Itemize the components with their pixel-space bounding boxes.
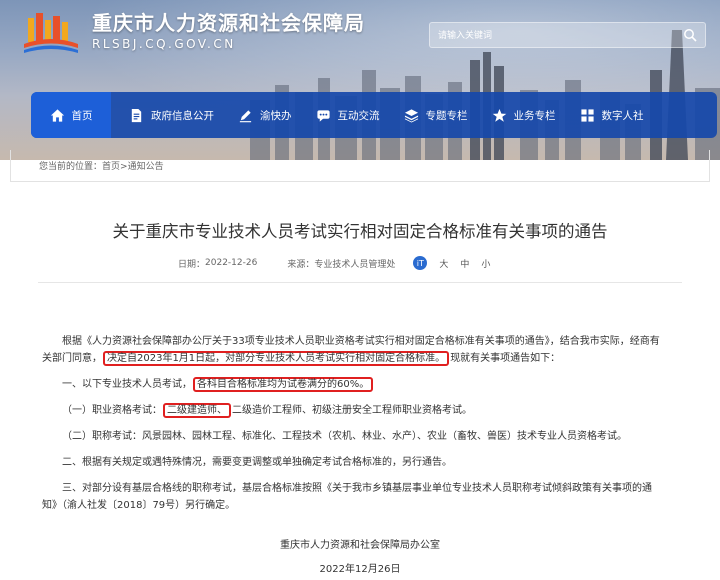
nav-item-special-topics[interactable]: 专题专栏 bbox=[392, 92, 480, 138]
source-label: 来源： bbox=[287, 259, 315, 270]
highlight-box: 二级建造师、 bbox=[163, 403, 231, 418]
paragraph-item-1-2: （二）职称考试：风景园林、园林工程、标准化、工程技术（农机、林业、水产）、农业（… bbox=[62, 431, 627, 442]
paragraph-item-2: 二、根据有关规定或遇特殊情况，需要变更调整或单独确定考试合格标准的，另行通告。 bbox=[62, 457, 452, 468]
article-meta: 日期： 2022-12-26 来源： 专业技术人员管理处 iT 大 中 小 bbox=[178, 256, 496, 270]
divider bbox=[38, 282, 682, 283]
chat-icon bbox=[316, 109, 330, 122]
nav-item-business[interactable]: 业务专栏 bbox=[480, 92, 568, 138]
site-logo-icon bbox=[24, 13, 78, 53]
article-title: 关于重庆市专业技术人员考试实行相对固定合格标准有关事项的通告 bbox=[112, 222, 608, 241]
highlight-box: 决定自2023年1月1日起，对部分专业技术人员考试实行相对固定合格标准。 bbox=[103, 351, 450, 366]
breadcrumb-prefix: 您当前的位置： bbox=[39, 162, 103, 172]
paragraph-item-1-1: （一）职业资格考试： 二级建造师、 二级造价工程师、初级注册安全工程师职业资格考试。 bbox=[42, 402, 664, 419]
nav-item-yukuaiban[interactable]: 渝快办 bbox=[226, 92, 304, 138]
paragraph-intro: 根据《人力资源社会保障部办公厅关于33项专业技术人员职业资格考试实行相对固定合格… bbox=[42, 333, 664, 367]
article-source: 专业技术人员管理处 bbox=[314, 259, 396, 270]
text: 现就有关事项通告如下： bbox=[450, 353, 561, 364]
nav-label: 互动交流 bbox=[337, 109, 380, 122]
site-domain: RLSBJ.CQ.GOV.CN bbox=[92, 37, 236, 51]
date-label: 日期： bbox=[178, 259, 206, 270]
nav-label: 业务专栏 bbox=[513, 109, 556, 122]
signature-org: 重庆市人力资源和社会保障局办公室 bbox=[280, 540, 440, 551]
nav-item-digital[interactable]: 数字人社 bbox=[568, 92, 656, 138]
nav-label: 首页 bbox=[71, 109, 93, 122]
font-size-small-button[interactable]: 小 bbox=[481, 257, 490, 270]
search-box bbox=[429, 22, 706, 48]
font-size-medium-button[interactable]: 中 bbox=[460, 257, 469, 270]
paragraph-item-3: 三、对部分设有基层合格线的职称考试，基层合格标准按照《关于我市乡镇基层事业单位专… bbox=[42, 483, 652, 511]
site-logo-block[interactable]: 重庆市人力资源和社会保障局 RLSBJ.CQ.GOV.CN bbox=[22, 10, 365, 56]
breadcrumb-separator: > bbox=[120, 162, 128, 172]
font-size-large-button[interactable]: 大 bbox=[439, 257, 448, 270]
text: 二级造价工程师、初级注册安全工程师职业资格考试。 bbox=[232, 405, 472, 416]
search-input[interactable] bbox=[430, 24, 660, 48]
text: 一、以下专业技术人员考试， bbox=[62, 379, 192, 390]
site-title: 重庆市人力资源和社会保障局 bbox=[92, 11, 365, 35]
home-icon bbox=[50, 108, 64, 122]
site-header: 重庆市人力资源和社会保障局 RLSBJ.CQ.GOV.CN 首页 政府信息公开 … bbox=[0, 0, 720, 160]
grid-icon bbox=[580, 108, 594, 122]
nav-item-gov-info[interactable]: 政府信息公开 bbox=[117, 92, 226, 138]
breadcrumb: 您当前的位置：首页>通知公告 bbox=[10, 150, 710, 182]
article-body: 根据《人力资源社会保障部办公厅关于33项专业技术人员职业资格考试实行相对固定合格… bbox=[42, 333, 664, 523]
star-icon bbox=[492, 108, 506, 122]
nav-item-home[interactable]: 首页 bbox=[31, 92, 111, 138]
nav-label: 渝快办 bbox=[260, 109, 292, 122]
main-nav: 首页 政府信息公开 渝快办 互动交流 专题专栏 业务专栏 数字人社 bbox=[31, 92, 717, 138]
layers-icon bbox=[404, 108, 418, 123]
highlight-box: 各科目合格标准均为试卷满分的60%。 bbox=[193, 377, 374, 392]
paragraph-item-1: 一、以下专业技术人员考试， 各科目合格标准均为试卷满分的60%。 bbox=[42, 376, 664, 393]
share-icon[interactable]: iT bbox=[413, 256, 428, 270]
nav-label: 专题专栏 bbox=[425, 109, 468, 122]
pen-icon bbox=[239, 109, 252, 122]
nav-label: 数字人社 bbox=[601, 109, 644, 122]
signature-date: 2022年12月26日 bbox=[319, 564, 401, 575]
breadcrumb-current-link[interactable]: 通知公告 bbox=[128, 162, 164, 172]
breadcrumb-home-link[interactable]: 首页 bbox=[102, 162, 120, 172]
nav-label: 政府信息公开 bbox=[151, 109, 214, 122]
nav-item-interaction[interactable]: 互动交流 bbox=[304, 92, 392, 138]
search-icon[interactable] bbox=[683, 28, 697, 42]
text: （一）职业资格考试： bbox=[62, 405, 162, 416]
publish-date: 2022-12-26 bbox=[205, 258, 258, 268]
document-icon bbox=[131, 108, 142, 122]
